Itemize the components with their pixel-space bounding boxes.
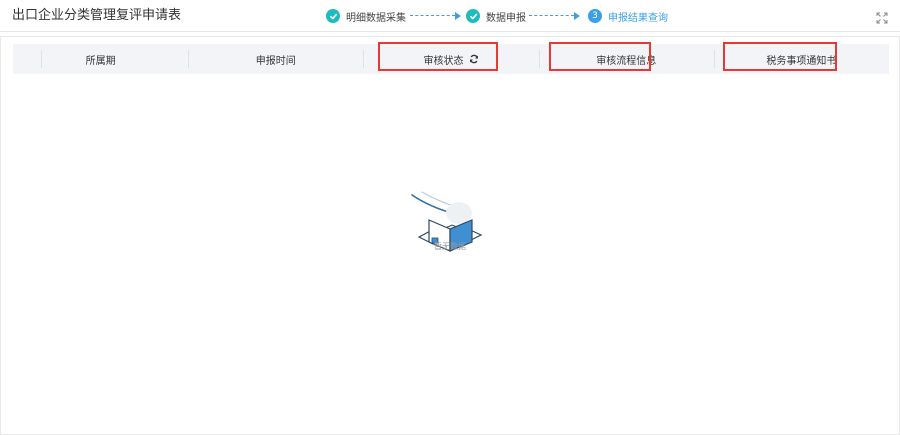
step-label: 申报结果查询 <box>608 12 668 24</box>
refresh-icon[interactable] <box>469 54 479 64</box>
step-label: 明细数据采集 <box>346 12 406 24</box>
column-header-audit-process: 审核流程信息 <box>538 44 714 74</box>
check-circle-icon <box>466 9 480 23</box>
page-title: 出口企业分类管理复评申请表 <box>12 8 182 23</box>
step-label: 数据申报 <box>486 12 526 24</box>
top-bar: 出口企业分类管理复评申请表 明细数据采集 数据申报 3 申报结果查询 <box>0 0 900 32</box>
column-header-tax-notice: 税务事项通知书 <box>713 44 889 74</box>
check-circle-icon <box>326 9 340 23</box>
column-header-declare-time: 申报时间 <box>188 44 363 74</box>
column-label: 审核流程信息 <box>596 55 657 67</box>
step-result-query[interactable]: 3 申报结果查询 <box>588 8 668 24</box>
step-number-badge: 3 <box>588 9 602 23</box>
column-label: 审核状态 <box>423 55 464 67</box>
column-label: 所属期 <box>85 55 116 67</box>
step-data-declaration[interactable]: 数据申报 <box>466 8 526 24</box>
empty-box-icon <box>411 191 483 252</box>
step-arrow <box>410 12 461 20</box>
column-label: 税务事项通知书 <box>766 55 837 67</box>
column-header-period: 所属期 <box>13 44 188 74</box>
empty-state-text: 暂无数据 <box>434 242 466 251</box>
column-label: 申报时间 <box>255 55 296 67</box>
table-header: 所属期 申报时间 审核状态 审核流程信息 税务事项通知书 <box>13 44 889 74</box>
step-arrow <box>529 12 580 20</box>
column-header-audit-status: 审核状态 <box>363 44 538 74</box>
step-detail-collection[interactable]: 明细数据采集 <box>326 8 406 24</box>
expand-icon[interactable] <box>876 9 888 24</box>
